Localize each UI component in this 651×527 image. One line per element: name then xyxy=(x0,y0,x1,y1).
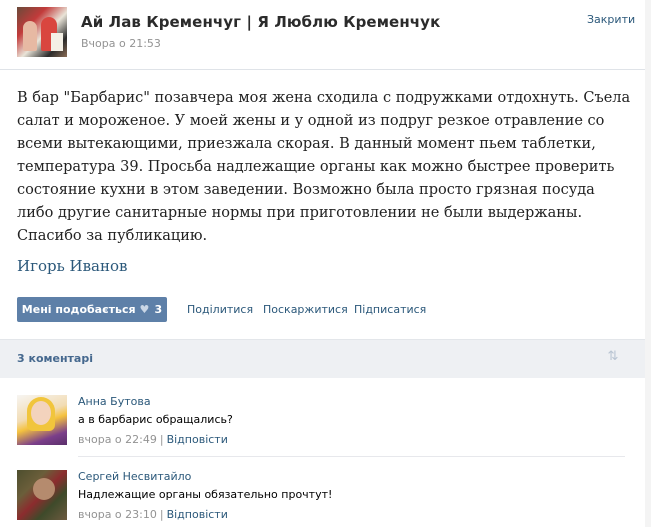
comment-author[interactable]: Сергей Несвитайло xyxy=(78,470,191,483)
avatar[interactable] xyxy=(17,395,67,445)
like-count: 3 xyxy=(154,303,163,316)
share-link[interactable]: Поділитися xyxy=(187,303,253,316)
meta-separator: | xyxy=(159,433,164,446)
post-signer[interactable]: Игорь Иванов xyxy=(17,257,127,275)
comment-divider xyxy=(78,456,625,457)
like-button[interactable]: Мені подобається ♥ 3 xyxy=(17,297,167,322)
reply-link[interactable]: Відповісти xyxy=(167,433,228,446)
comments-header: 3 коментарі ⇅ xyxy=(0,339,645,378)
post-time[interactable]: Вчора о 21:53 xyxy=(81,37,161,50)
comment-text: а в барбарис обращались? xyxy=(78,413,233,426)
comment-item: Сергей Несвитайло Надлежащие органы обяз… xyxy=(17,470,627,522)
sort-arrows-icon[interactable]: ⇅ xyxy=(604,349,622,367)
comment-time[interactable]: вчора о 22:49 xyxy=(78,433,157,446)
heart-icon: ♥ xyxy=(139,303,150,316)
post-text: В бар "Барбарис" позавчера моя жена сход… xyxy=(17,90,631,244)
comment-time[interactable]: вчора о 23:10 xyxy=(78,508,157,521)
reply-link[interactable]: Відповісти xyxy=(167,508,228,521)
subscribe-link[interactable]: Підписатися xyxy=(354,303,426,316)
post-header: Ай Лав Кременчуг | Я Люблю Кременчук Вчо… xyxy=(0,0,645,70)
comment-meta: вчора о 23:10 | Відповісти xyxy=(78,508,228,521)
comment-meta: вчора о 22:49 | Відповісти xyxy=(78,433,228,446)
group-avatar[interactable] xyxy=(17,7,67,57)
comment-text: Надлежащие органы обязательно прочтут! xyxy=(78,488,333,501)
close-link[interactable]: Закрити xyxy=(587,13,635,26)
avatar[interactable] xyxy=(17,470,67,520)
comment-author[interactable]: Анна Бутова xyxy=(78,395,151,408)
like-label: Мені подобається xyxy=(21,303,136,316)
comments-count[interactable]: 3 коментарі xyxy=(17,352,93,365)
meta-separator: | xyxy=(159,508,164,521)
comment-item: Анна Бутова а в барбарис обращались? вчо… xyxy=(17,395,627,447)
group-title[interactable]: Ай Лав Кременчуг | Я Люблю Кременчук xyxy=(81,13,440,31)
scroll-edge xyxy=(645,0,651,527)
report-link[interactable]: Поскаржитися xyxy=(263,303,348,316)
